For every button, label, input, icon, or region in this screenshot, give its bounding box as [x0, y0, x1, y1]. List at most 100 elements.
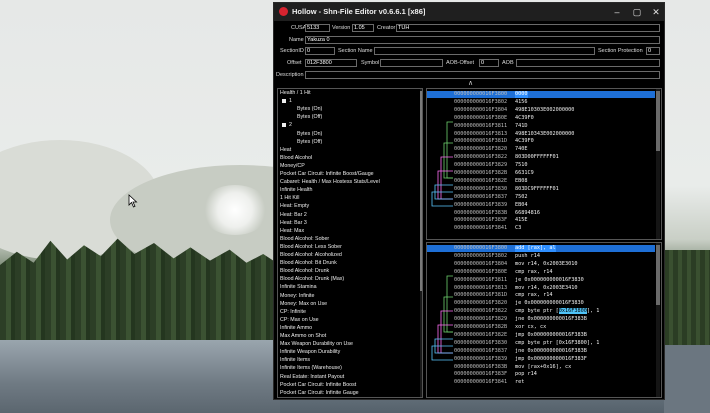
cheat-item[interactable]: Heat: [280, 147, 291, 153]
hex-row[interactable]: 000000000016F3822 803D00FFFFFF01: [427, 154, 655, 161]
hex-row[interactable]: 000000000016F3800 0000: [427, 91, 655, 98]
cheat-item-label: Pocket Car Circuit: Infinite Boost: [280, 381, 357, 388]
cheat-item[interactable]: Pocket Car Circuit: Infinite Boost: [280, 382, 356, 388]
hex-scrollbar[interactable]: [656, 89, 660, 239]
asm-row[interactable]: 000000000016F3822 cmp byte ptr [0x16F3800…: [427, 308, 655, 315]
sectionid-field[interactable]: 0: [305, 47, 335, 55]
cheat-item[interactable]: CP: Max on Use: [280, 317, 319, 323]
cheat-item[interactable]: Blood Alcohol: Alcoholized: [280, 252, 342, 258]
cheat-item[interactable]: Blood Alcohol: Sober: [280, 236, 329, 242]
cheat-item[interactable]: Heat: Max: [280, 228, 304, 234]
hex-row[interactable]: 000000000016F3804 498E10303E002000000: [427, 107, 655, 114]
asm-row[interactable]: 000000000016F381D cmp rax, r14: [427, 292, 655, 299]
asm-row[interactable]: 000000000016F383B mov [rax+0x16], cx: [427, 364, 655, 371]
cheat-item[interactable]: Infinite Stamina: [280, 284, 317, 290]
cheat-item[interactable]: Infinite Weapon Durability: [280, 349, 340, 355]
cheat-list-scrollbar[interactable]: [420, 89, 422, 397]
cheat-item[interactable]: Blood Alcohol: Drunk (Max): [280, 276, 344, 282]
hex-row[interactable]: 000000000016F383B 66894816: [427, 210, 655, 217]
hex-row[interactable]: 000000000016F3813 498E10343E002000000: [427, 131, 655, 138]
cheat-tree[interactable]: Health / 1 Hit 1 Bytes (On) Bytes (Off) 2 Byt…: [277, 88, 423, 398]
hex-row[interactable]: 000000000016F3811 741D: [427, 123, 655, 130]
cheat-item[interactable]: 1: [282, 98, 292, 104]
asm-row[interactable]: 000000000016F3830 cmp byte ptr [0x16F3800…: [427, 340, 655, 347]
cheat-item[interactable]: Real Estate: Instant Payout: [280, 374, 344, 380]
hex-row[interactable]: 000000000016F381D 4C39F0: [427, 138, 655, 145]
cheat-item[interactable]: Health / 1 Hit: [280, 90, 311, 96]
cheat-item[interactable]: Infinite Ammo: [280, 325, 312, 331]
cheat-item[interactable]: Infinite Health: [280, 187, 312, 193]
cheat-item[interactable]: Blood Alcohol: Drunk: [280, 268, 329, 274]
asm-row[interactable]: 000000000016F382B xor cx, cx: [427, 324, 655, 331]
close-icon[interactable]: ✕: [650, 6, 662, 18]
version-field[interactable]: 1.05: [352, 24, 374, 32]
hex-row[interactable]: 000000000016F3841 C3: [427, 225, 655, 232]
cheat-item[interactable]: Bytes (Off): [297, 139, 322, 145]
asm-row[interactable]: 000000000016F3802 push r14: [427, 253, 655, 260]
asm-row[interactable]: 000000000016F380E cmp rax, r14: [427, 269, 655, 276]
asm-row[interactable]: 000000000016F3829 jne 0x000000000016F383B: [427, 316, 655, 323]
aob-field[interactable]: [516, 59, 660, 67]
asm-row[interactable]: 000000000016F3800 add [rax], al: [427, 245, 655, 252]
cheat-item[interactable]: Pocket Car Circuit: Infinite Gauge: [280, 390, 359, 396]
hex-row[interactable]: 000000000016F382E EB08: [427, 178, 655, 185]
collapse-chevron-icon[interactable]: ∧: [468, 79, 473, 87]
asm-row[interactable]: 000000000016F382E jmp 0x000000000016F383B: [427, 332, 655, 339]
asm-row[interactable]: 000000000016F383F pop r14: [427, 371, 655, 378]
cheat-item[interactable]: Bytes (On): [297, 131, 322, 137]
symbol-field[interactable]: [380, 59, 443, 67]
cheat-item[interactable]: Money/CP: [280, 163, 305, 169]
checkbox-icon[interactable]: [282, 98, 286, 103]
cheat-item[interactable]: Max Ammo on Shot: [280, 333, 326, 339]
hex-row[interactable]: 000000000016F382B 6631C9: [427, 170, 655, 177]
cheat-item[interactable]: Pocket Car Circuit: Infinite Boost/Gauge: [280, 171, 374, 177]
asm-row[interactable]: 000000000016F3804 mov r14, 0x2003E3010: [427, 261, 655, 268]
cheat-item[interactable]: Blood Alcohol: Less Sober: [280, 244, 342, 250]
asm-scrollbar[interactable]: [656, 243, 660, 397]
hex-row[interactable]: 000000000016F3802 4156: [427, 99, 655, 106]
cheat-item[interactable]: CP: Infinite: [280, 309, 306, 315]
sectionname-field[interactable]: [374, 47, 595, 55]
maximize-icon[interactable]: ▢: [631, 6, 643, 18]
minimize-icon[interactable]: –: [611, 6, 623, 18]
cheat-item[interactable]: 1 Hit Kill: [280, 195, 299, 201]
cheat-item[interactable]: Heat: Bar 2: [280, 212, 307, 218]
cheat-item[interactable]: Infinite Items (Warehouse): [280, 365, 342, 371]
cusa-field[interactable]: 5133: [305, 24, 330, 32]
asm-row[interactable]: 000000000016F3820 je 0x000000000016F3830: [427, 300, 655, 307]
asm-row[interactable]: 000000000016F3839 jmp 0x000000000016F383F: [427, 356, 655, 363]
title-bar[interactable]: Hollow - Shn-File Editor v0.6.6.1 [x86] …: [274, 3, 664, 21]
hex-row[interactable]: 000000000016F383F 415E: [427, 217, 655, 224]
sectionprot-field[interactable]: 0: [646, 47, 660, 55]
cheat-item[interactable]: 2: [282, 122, 292, 128]
cheat-item[interactable]: Blood Alcohol: Bit Drunk: [280, 260, 337, 266]
aoboffset-field[interactable]: 0: [479, 59, 499, 67]
checkbox-icon[interactable]: [282, 122, 286, 127]
cheat-item[interactable]: Bytes (Off): [297, 114, 322, 120]
asm-row[interactable]: 000000000016F3841 ret: [427, 379, 655, 386]
asm-row[interactable]: 000000000016F3811 je 0x000000000016F3830: [427, 277, 655, 284]
disassembly-view[interactable]: 000000000016F3800 add [rax], al 0000000000…: [426, 242, 662, 398]
asm-row[interactable]: 000000000016F3837 jne 0x000000000016F383B: [427, 348, 655, 355]
name-field[interactable]: Yakuza 0: [305, 36, 660, 44]
hex-row[interactable]: 000000000016F3829 7510: [427, 162, 655, 169]
hex-row[interactable]: 000000000016F380E 4C39F0: [427, 115, 655, 122]
hex-row[interactable]: 000000000016F3830 803DC9FFFFFF01: [427, 186, 655, 193]
cheat-item[interactable]: Cabaret: Health / Max Hostess Stats/Leve…: [280, 179, 380, 185]
cheat-item[interactable]: Money: Max on Use: [280, 301, 327, 307]
cheat-item[interactable]: Max Weapon Durability on Use: [280, 341, 353, 347]
cheat-item[interactable]: Blood Alcohol: [280, 155, 312, 161]
cheat-item[interactable]: Infinite Items: [280, 357, 310, 363]
hex-row[interactable]: 000000000016F3820 740E: [427, 146, 655, 153]
cheat-item[interactable]: Money: Infinite: [280, 293, 314, 299]
offset-field[interactable]: 012F3800: [305, 59, 357, 67]
hex-row[interactable]: 000000000016F3839 EB04: [427, 202, 655, 209]
cheat-item[interactable]: Bytes (On): [297, 106, 322, 112]
hex-row[interactable]: 000000000016F3837 7502: [427, 194, 655, 201]
description-field[interactable]: [305, 71, 660, 79]
hex-view[interactable]: 000000000016F3800 0000 000000000016F3802 41…: [426, 88, 662, 240]
cheat-item[interactable]: Heat: Empty: [280, 203, 309, 209]
asm-row[interactable]: 000000000016F3813 mov r14, 0x2003E3410: [427, 285, 655, 292]
cheat-item[interactable]: Heat: Bar 3: [280, 220, 307, 226]
creator-field[interactable]: TUH: [396, 24, 660, 32]
